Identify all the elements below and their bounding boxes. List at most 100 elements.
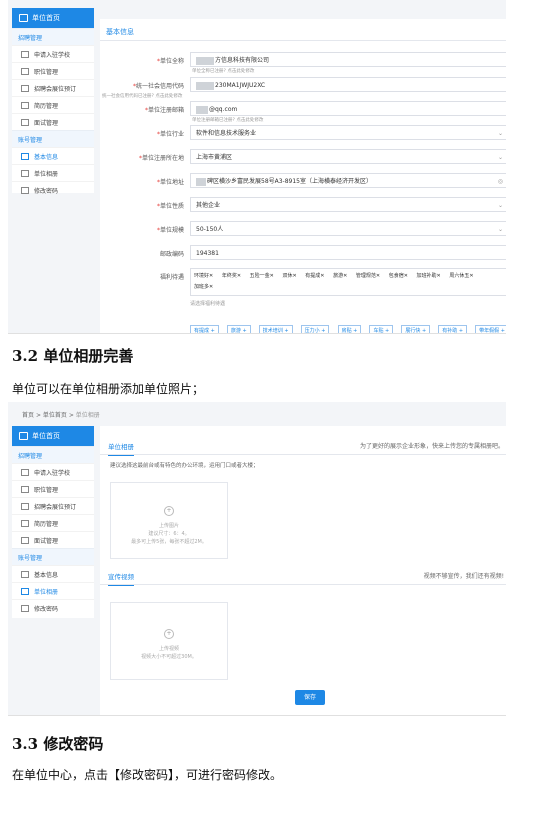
upload-title: 上传图片 <box>158 523 179 529</box>
location-pin-icon[interactable]: ◎ <box>498 174 503 189</box>
sidebar-item-basic-info[interactable]: 基本信息 <box>12 147 94 164</box>
album-note: 为了更好的展示企业形象，快来上传您的专属相册吧。 <box>359 443 504 450</box>
upload-title: 上传视频 <box>158 646 179 652</box>
welfare-tag[interactable]: 周六休五✕ <box>449 271 473 282</box>
sidebar-item-apply-school[interactable]: 申请入驻学校 <box>12 45 94 62</box>
album-screenshot: 首页 > 单位首页 > 单位相册 单位首页 招聘管理 申请入驻学校 职位管理 招… <box>8 402 506 716</box>
welfare-tag[interactable]: 包食宿✕ <box>389 271 408 282</box>
doc-icon <box>21 502 29 510</box>
welfare-tag[interactable]: 五险一金✕ <box>250 271 274 282</box>
sidebar-section-recruit[interactable]: 招聘管理 <box>12 446 94 463</box>
close-icon: ✕ <box>403 273 408 279</box>
breadcrumb-item[interactable]: 首页 <box>22 412 34 419</box>
photo-upload-box[interactable]: + 上传图片 建议尺寸：6：4。 最多可上传5张，每张不超过2M。 <box>110 482 228 559</box>
sidebar-section-account[interactable]: 账号管理 <box>12 130 94 147</box>
doc-icon <box>21 152 29 160</box>
chevron-down-icon: ⌄ <box>497 130 503 137</box>
sidebar-item-interview[interactable]: 面试管理 <box>12 531 94 548</box>
company-name-input[interactable]: 方信息科技有限公司 <box>190 52 506 67</box>
welfare-option-chip[interactable]: 有提成 + <box>190 325 219 333</box>
welfare-option-chip[interactable]: 带年假假 + <box>475 325 506 333</box>
welfare-tag[interactable]: 加班多✕ <box>194 282 213 293</box>
welfare-option-chip[interactable]: 展行快 + <box>401 325 431 333</box>
welfare-option-chip[interactable]: 压力小 + <box>300 325 330 333</box>
region-select[interactable]: 上海市黄浦区 ⌄ <box>190 149 506 164</box>
breadcrumb-item[interactable]: 单位首页 <box>43 412 67 419</box>
redacted-block <box>196 56 214 65</box>
welfare-tags-box[interactable]: 环境好✕ 年终奖✕ 五险一金✕ 双休✕ 有提成✕ 旅游✕ 管理规范✕ 包食宿✕ … <box>190 268 506 296</box>
sidebar-item-album[interactable]: 单位相册 <box>12 164 94 181</box>
field-hint[interactable]: 单位全称已注册? 点击此处修改 <box>192 68 254 74</box>
welfare-option-chip[interactable]: 房贴 + <box>337 325 362 333</box>
video-note: 视频不够宣传，我们还有视频! <box>423 573 504 580</box>
redacted-block <box>196 105 208 114</box>
welfare-tag[interactable]: 旅游✕ <box>333 271 347 282</box>
sidebar-item-password[interactable]: 修改密码 <box>12 599 94 616</box>
field-label: 单位注册邮箱 <box>147 107 184 114</box>
sidebar-item-label: 职位管理 <box>34 68 59 76</box>
close-icon: ✕ <box>269 273 274 279</box>
sidebar-section-recruit[interactable]: 招聘管理 <box>12 28 94 45</box>
sidebar-item-resume[interactable]: 简历管理 <box>12 514 94 531</box>
divider <box>100 40 506 41</box>
upload-hint: 最多可上传5张，每张不超过2M。 <box>131 539 207 545</box>
industry-select[interactable]: 软件和信息技术服务业 ⌄ <box>190 125 506 140</box>
upload-hint: 建议尺寸：6：4。 <box>148 531 190 537</box>
sidebar-item-resume[interactable]: 简历管理 <box>12 96 94 113</box>
welfare-tag[interactable]: 双休✕ <box>282 271 296 282</box>
sidebar-item-album[interactable]: 单位相册 <box>12 582 94 599</box>
chevron-down-icon: ⌄ <box>497 202 503 209</box>
welfare-option-chip[interactable]: 技术培训 + <box>258 325 293 333</box>
nature-select[interactable]: 其他企业 ⌄ <box>190 197 506 212</box>
welfare-tag[interactable]: 加班补助✕ <box>417 271 441 282</box>
sidebar-home-label: 单位首页 <box>32 14 60 22</box>
sidebar-home[interactable]: 单位首页 <box>12 8 94 28</box>
field-hint[interactable]: 统一社会信用代码已注册? 点击此处修改 <box>102 93 182 99</box>
chevron-down-icon: ⌄ <box>497 226 503 233</box>
sidebar-home[interactable]: 单位首页 <box>12 426 94 446</box>
divider <box>100 454 506 455</box>
sidebar-item-jobs[interactable]: 职位管理 <box>12 62 94 79</box>
field-label: 邮政编码 <box>159 251 184 258</box>
breadcrumb: 首页 > 单位首页 > 单位相册 <box>22 410 100 419</box>
welfare-tag[interactable]: 环境好✕ <box>194 271 213 282</box>
email-input[interactable]: @qq.com <box>190 101 506 116</box>
welfare-option-chip[interactable]: 车贴 + <box>369 325 394 333</box>
sidebar-item-booth[interactable]: 招聘会展位预订 <box>12 497 94 514</box>
heading-3-2: 3.2 单位相册完善 <box>12 347 134 365</box>
sidebar: 单位首页 招聘管理 申请入驻学校 职位管理 招聘会展位预订 简历管理 面试管理 … <box>12 8 94 195</box>
address-input[interactable]: 碑区横沙乡富民发展58号A3-8915室（上海横泰经济开发区） ◎ <box>190 173 506 188</box>
video-upload-box[interactable]: + 上传视频 视频大小不可超过30M。 <box>110 602 228 680</box>
sidebar-item-jobs[interactable]: 职位管理 <box>12 480 94 497</box>
welfare-tag[interactable]: 管理规范✕ <box>356 271 380 282</box>
sidebar-item-interview[interactable]: 面试管理 <box>12 113 94 130</box>
sidebar-item-apply-school[interactable]: 申请入驻学校 <box>12 463 94 480</box>
scale-select[interactable]: 50-150人 ⌄ <box>190 221 506 236</box>
chevron-down-icon: ⌄ <box>497 154 503 161</box>
sidebar-item-label: 修改密码 <box>34 605 59 613</box>
doc-icon <box>21 604 29 612</box>
field-company-name: *单位全称 方信息科技有限公司 <box>100 52 506 68</box>
field-postcode: 邮政编码 194381 <box>100 245 506 261</box>
sidebar-item-booth[interactable]: 招聘会展位预订 <box>12 79 94 96</box>
postcode-input[interactable]: 194381 <box>190 245 506 260</box>
redacted-block <box>196 177 206 186</box>
doc-icon <box>21 101 29 109</box>
paragraph-3-3: 在单位中心，点击【修改密码】，可进行密码修改。 <box>12 768 283 782</box>
close-icon: ✕ <box>469 273 474 279</box>
breadcrumb-separator: > <box>68 412 74 419</box>
welfare-tag[interactable]: 有提成✕ <box>305 271 324 282</box>
doc-icon <box>21 536 29 544</box>
close-icon: ✕ <box>320 273 325 279</box>
save-button[interactable]: 保存 <box>295 690 325 705</box>
credit-code-input[interactable]: 230MA1JWJU2XC <box>190 77 506 92</box>
welfare-option-chip[interactable]: 有补助 + <box>438 325 468 333</box>
close-icon: ✕ <box>375 273 381 279</box>
field-hint[interactable]: 单位注册邮箱已注册? 点击此处修改 <box>192 117 263 123</box>
sidebar-item-basic-info[interactable]: 基本信息 <box>12 565 94 582</box>
sidebar-item-password[interactable]: 修改密码 <box>12 181 94 198</box>
welfare-tag[interactable]: 年终奖✕ <box>222 271 241 282</box>
sidebar-section-account[interactable]: 账号管理 <box>12 548 94 565</box>
welfare-option-chip[interactable]: 旅游 + <box>226 325 251 333</box>
field-address: *单位地址 碑区横沙乡富民发展58号A3-8915室（上海横泰经济开发区） ◎ <box>100 173 506 189</box>
